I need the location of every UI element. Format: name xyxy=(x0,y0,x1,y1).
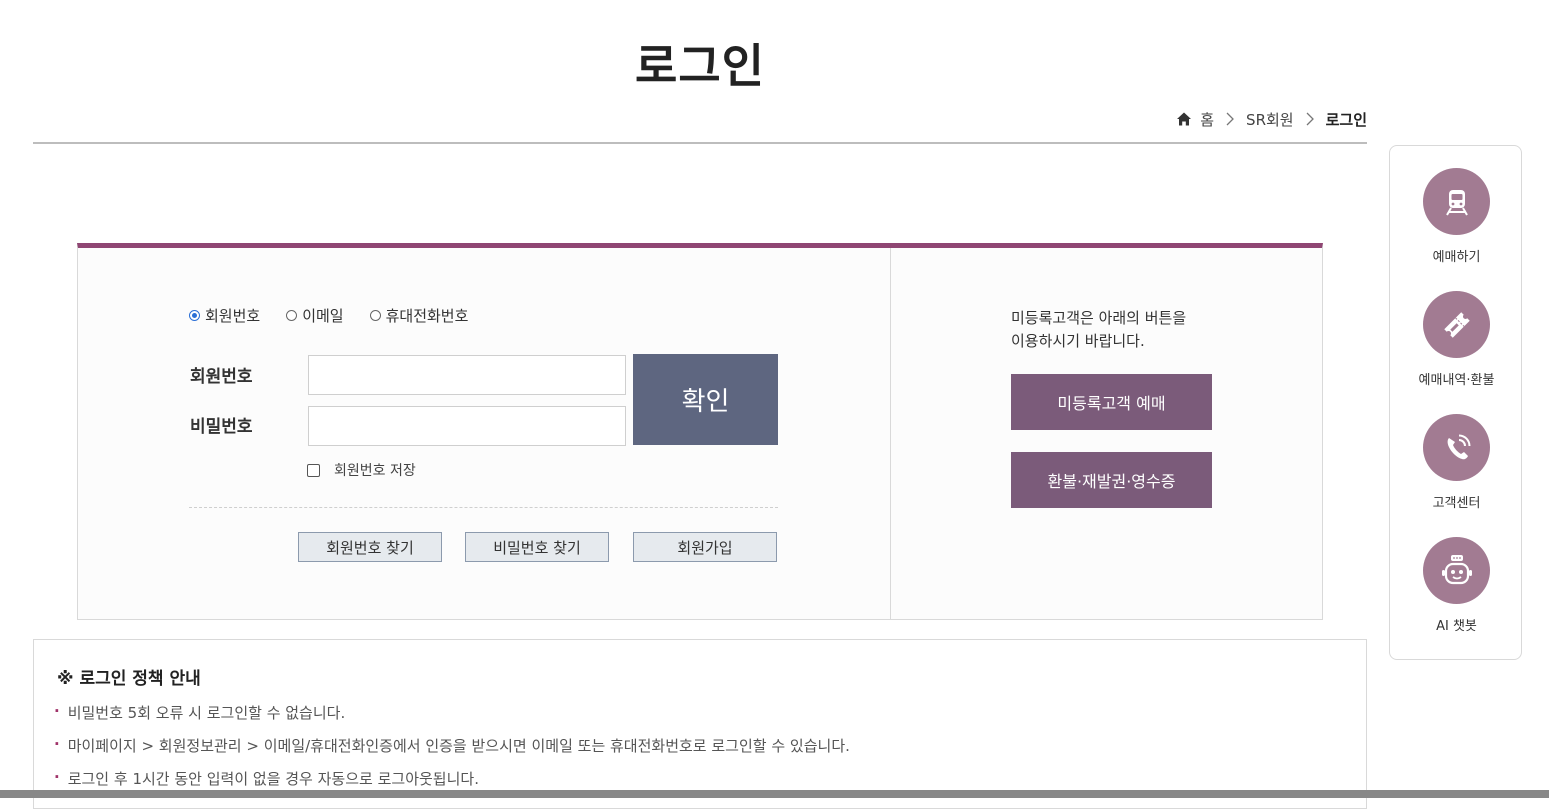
member-number-input[interactable] xyxy=(308,355,626,395)
list-item: · 마이페이지 > 회원정보관리 > 이메일/휴대전화인증에서 인증을 받으시면… xyxy=(54,735,850,768)
policy-text: 로그인 후 1시간 동안 입력이 없을 경우 자동으로 로그아웃됩니다. xyxy=(67,770,479,788)
confirm-button[interactable]: 확인 xyxy=(633,354,778,445)
ticket-icon[interactable] xyxy=(1423,291,1490,358)
save-member-number[interactable]: 회원번호 저장 xyxy=(307,460,416,480)
chevron-right-icon xyxy=(1226,112,1234,126)
guest-booking-button[interactable]: 미등록고객 예매 xyxy=(1011,374,1212,430)
guest-notice-line: 이용하시기 바랍니다. xyxy=(1011,332,1145,350)
radio-member-number[interactable]: 회원번호 xyxy=(189,305,260,326)
policy-text: 비밀번호 5회 오류 시 로그인할 수 없습니다. xyxy=(67,704,346,722)
page-title: 로그인 xyxy=(635,39,765,93)
signup-button[interactable]: 회원가입 xyxy=(633,532,777,562)
quick-item-label: 예매내역·환불 xyxy=(1418,373,1495,388)
dashed-divider xyxy=(189,507,778,508)
radio-icon[interactable] xyxy=(189,310,200,321)
guest-notice-line: 미등록고객은 아래의 버튼을 xyxy=(1011,309,1187,327)
radio-label: 휴대전화번호 xyxy=(385,307,469,325)
save-member-number-label: 회원번호 저장 xyxy=(334,463,416,479)
bullet: · xyxy=(54,702,60,720)
chevron-right-icon xyxy=(1306,112,1314,126)
member-login-section: 회원번호 이메일 휴대전화번호 회원번호 비밀번호 확인 회원번호 저장 회원번… xyxy=(78,248,891,619)
login-type-selector: 회원번호 이메일 휴대전화번호 xyxy=(189,305,494,326)
phone-icon[interactable] xyxy=(1423,414,1490,481)
radio-icon[interactable] xyxy=(286,310,298,321)
login-policy-box: ※ 로그인 정책 안내 · 비밀번호 5회 오류 시 로그인할 수 없습니다. … xyxy=(33,639,1367,809)
quick-item-label: 예매하기 xyxy=(1432,250,1481,265)
breadcrumb: 홈 SR회원 로그인 xyxy=(1176,108,1367,130)
breadcrumb-current: 로그인 xyxy=(1325,110,1367,129)
guest-notice: 미등록고객은 아래의 버튼을 이용하시기 바랍니다. xyxy=(1011,307,1186,353)
policy-list: · 비밀번호 5회 오류 시 로그인할 수 없습니다. · 마이페이지 > 회원… xyxy=(54,702,850,801)
find-password-button[interactable]: 비밀번호 찾기 xyxy=(465,532,609,562)
train-icon[interactable] xyxy=(1423,168,1490,235)
member-number-label: 회원번호 xyxy=(190,367,253,387)
horizontal-scrollbar[interactable] xyxy=(0,790,1549,798)
title-divider xyxy=(33,142,1367,144)
quick-item-chatbot[interactable]: AI 챗봇 xyxy=(1390,537,1523,634)
quick-item-history[interactable]: 예매내역·환불 xyxy=(1390,291,1523,388)
login-box: 회원번호 이메일 휴대전화번호 회원번호 비밀번호 확인 회원번호 저장 회원번… xyxy=(77,243,1323,620)
quick-item-label: 고객센터 xyxy=(1432,496,1481,511)
radio-email[interactable]: 이메일 xyxy=(286,305,344,326)
radio-label: 이메일 xyxy=(302,307,344,325)
password-input[interactable] xyxy=(308,406,626,446)
bullet: · xyxy=(54,768,60,786)
home-icon[interactable] xyxy=(1176,111,1192,127)
list-item: · 비밀번호 5회 오류 시 로그인할 수 없습니다. xyxy=(54,702,850,735)
bullet: · xyxy=(54,735,60,753)
quick-item-booking[interactable]: 예매하기 xyxy=(1390,168,1523,265)
breadcrumb-home[interactable]: 홈 xyxy=(1200,109,1214,130)
find-member-number-button[interactable]: 회원번호 찾기 xyxy=(298,532,442,562)
quick-item-support[interactable]: 고객센터 xyxy=(1390,414,1523,511)
checkbox-icon[interactable] xyxy=(307,463,320,477)
guest-section: 미등록고객은 아래의 버튼을 이용하시기 바랍니다. 미등록고객 예매 환불·재… xyxy=(891,248,1322,619)
breadcrumb-parent[interactable]: SR회원 xyxy=(1246,109,1294,130)
guest-refund-button[interactable]: 환불·재발권·영수증 xyxy=(1011,452,1212,508)
policy-text: 마이페이지 > 회원정보관리 > 이메일/휴대전화인증에서 인증을 받으시면 이… xyxy=(67,737,850,755)
quick-item-label: AI 챗봇 xyxy=(1436,619,1477,634)
robot-icon[interactable] xyxy=(1423,537,1490,604)
policy-title: ※ 로그인 정책 안내 xyxy=(57,669,201,689)
quick-menu: 예매하기 예매내역·환불 고객센터 AI 챗봇 xyxy=(1389,145,1522,660)
radio-label: 회원번호 xyxy=(205,307,261,325)
radio-phone[interactable]: 휴대전화번호 xyxy=(369,305,469,326)
radio-icon[interactable] xyxy=(369,310,381,321)
password-label: 비밀번호 xyxy=(190,417,253,437)
